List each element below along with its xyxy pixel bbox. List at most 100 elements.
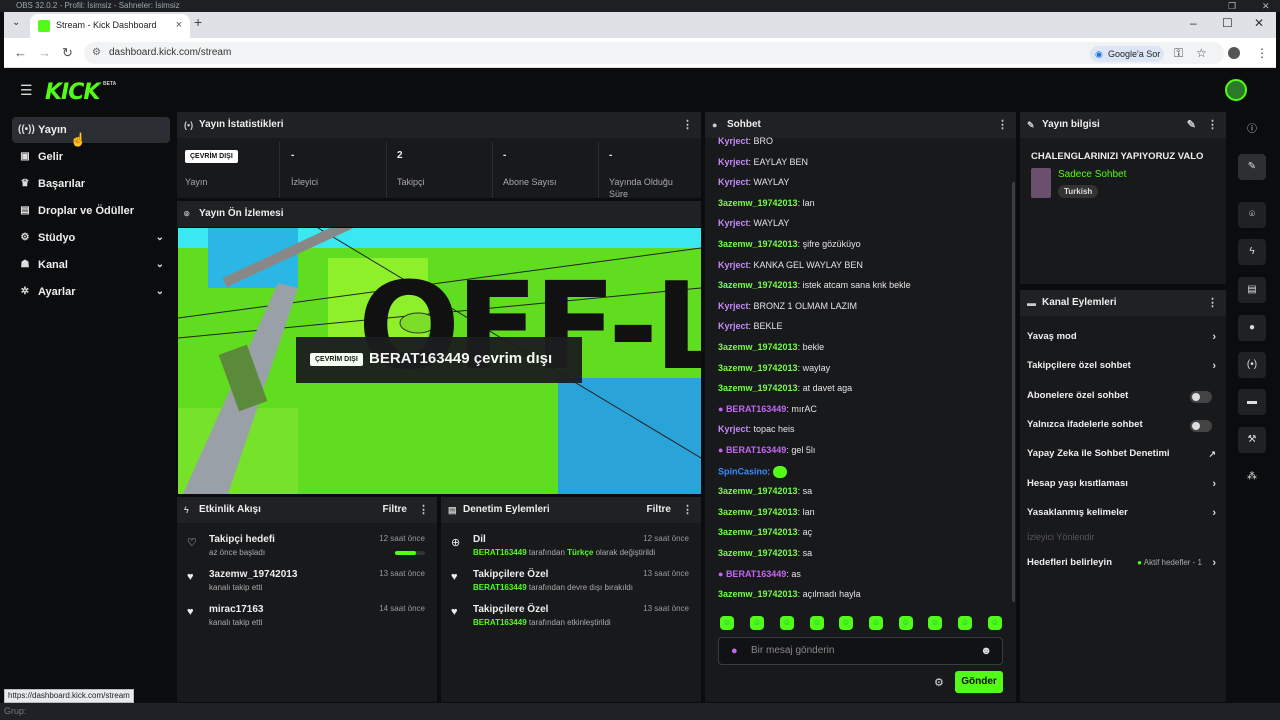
subscribers-only-toggle[interactable] xyxy=(1190,391,1212,403)
chat-username[interactable]: 3azemw_19742013 xyxy=(718,363,798,373)
chat-username[interactable]: 3azemw_19742013 xyxy=(718,383,798,393)
info-icon[interactable]: ⓘ xyxy=(1238,117,1266,143)
url-input[interactable]: ⚙ dashboard.kick.com/stream xyxy=(84,42,1224,64)
emote-icon[interactable]: ☺ xyxy=(988,616,1002,630)
sidebar-item-studyo[interactable]: ⚙ Stüdyo ⌄ xyxy=(12,225,170,251)
emote-icon[interactable]: ☺ xyxy=(720,616,734,630)
maximize-icon[interactable]: ☐ xyxy=(1222,16,1233,30)
action-slow-mode[interactable]: Yavaş mod › xyxy=(1027,327,1218,347)
chat-username[interactable]: 3azemw_19742013 xyxy=(718,198,798,208)
profile-avatar[interactable] xyxy=(1228,47,1240,59)
forward-icon[interactable]: → xyxy=(38,45,51,60)
close-tab-icon[interactable]: × xyxy=(176,14,182,36)
emotes-only-toggle[interactable] xyxy=(1190,420,1212,432)
sidebar-item-yayin[interactable]: ((•)) Yayın xyxy=(12,117,170,143)
chat-username[interactable]: BERAT163449 xyxy=(726,445,786,455)
back-icon[interactable]: ← xyxy=(14,45,27,60)
channel-icon[interactable]: ▬ xyxy=(1238,389,1266,415)
chat-username[interactable]: Kyrject xyxy=(718,157,749,167)
sidebar-item-droplar[interactable]: ▤ Droplar ve Ödüller xyxy=(12,198,170,224)
emote-icon[interactable]: ☺ xyxy=(839,616,853,630)
chat-username[interactable]: Kyrject xyxy=(718,424,749,434)
emote-icon[interactable]: ☺ xyxy=(810,616,824,630)
preview-panel-header: ⌾ Yayın Ön İzlemesi xyxy=(177,201,701,227)
chat-message: ● BERAT163449: gel 5lı xyxy=(718,445,815,455)
wrench-icon[interactable]: ⚒ xyxy=(1238,427,1266,453)
chat-username[interactable]: Kyrject xyxy=(718,301,749,311)
site-info-icon[interactable]: ⚙ xyxy=(92,42,101,64)
more-options-icon[interactable]: ⋮ xyxy=(682,497,693,523)
chat-username[interactable]: SpinCasino xyxy=(718,466,768,476)
more-options-icon[interactable]: ⋮ xyxy=(682,112,693,138)
filter-button[interactable]: Filtre xyxy=(383,497,407,523)
close-icon[interactable]: ✕ xyxy=(1262,0,1270,12)
send-button[interactable]: Gönder xyxy=(955,671,1003,693)
chat-username[interactable]: Kyrject xyxy=(718,260,749,270)
more-options-icon[interactable]: ⋮ xyxy=(1207,112,1218,138)
browser-menu-icon[interactable]: ⋮ xyxy=(1256,46,1268,60)
action-banned-words[interactable]: Yasaklanmış kelimeler › xyxy=(1027,503,1218,523)
kick-logo[interactable]: KICK xyxy=(45,80,100,105)
filter-button[interactable]: Filtre xyxy=(647,497,671,523)
chat-username[interactable]: 3azemw_19742013 xyxy=(718,280,798,290)
edit-pencil-icon[interactable]: ✎ xyxy=(1238,154,1266,180)
emoji-picker-icon[interactable]: ☻ xyxy=(980,638,992,664)
chat-username[interactable]: BERAT163449 xyxy=(726,569,786,579)
emote-icon[interactable]: ☺ xyxy=(869,616,883,630)
broadcast-icon[interactable]: (•) xyxy=(1238,352,1266,378)
heart-icon: ♥ xyxy=(187,571,194,583)
tab-kick-dashboard[interactable]: Stream - Kick Dashboard × xyxy=(30,14,190,38)
password-key-icon[interactable]: ⚿ xyxy=(1174,46,1183,61)
bookmark-star-icon[interactable]: ☆ xyxy=(1196,46,1207,60)
emote-icon[interactable]: ☺ xyxy=(958,616,972,630)
tab-search-icon[interactable]: ⌄ xyxy=(12,17,20,28)
chat-message-input[interactable]: ● Bir mesaj gönderin ☻ xyxy=(718,637,1003,665)
chat-username[interactable]: Kyrject xyxy=(718,321,749,331)
sidebar-item-gelir[interactable]: ▣ Gelir xyxy=(12,144,170,170)
action-followers-only[interactable]: Takipçilere özel sohbet › xyxy=(1027,356,1218,376)
chat-username[interactable]: 3azemw_19742013 xyxy=(718,507,798,517)
more-options-icon[interactable]: ⋮ xyxy=(1207,290,1218,316)
sidebar-item-kanal[interactable]: ☗ Kanal ⌄ xyxy=(12,252,170,278)
action-account-age[interactable]: Hesap yaşı kısıtlaması › xyxy=(1027,474,1218,494)
emote-icon[interactable]: ☺ xyxy=(750,616,764,630)
sidebar-item-ayarlar[interactable]: ✲ Ayarlar ⌄ xyxy=(12,279,170,305)
chat-username[interactable]: Kyrject xyxy=(718,218,749,228)
category-link[interactable]: Sadece Sohbet xyxy=(1058,169,1126,180)
sidebar-item-basarilar[interactable]: ♛ Başarılar xyxy=(12,171,170,197)
reload-icon[interactable]: ↻ xyxy=(62,45,73,61)
window-close-icon[interactable]: ✕ xyxy=(1254,16,1264,30)
emote-icon[interactable]: ☺ xyxy=(928,616,942,630)
chat-username[interactable]: 3azemw_19742013 xyxy=(718,589,798,599)
chat-username[interactable]: 3azemw_19742013 xyxy=(718,486,798,496)
chat-text: istek atcam sana knk bekle xyxy=(802,280,911,291)
apps-icon[interactable]: ⁂ xyxy=(1238,464,1266,490)
emote-icon[interactable]: ☺ xyxy=(780,616,794,630)
user-avatar[interactable] xyxy=(1225,79,1247,101)
chat-username[interactable]: 3azemw_19742013 xyxy=(718,548,798,558)
chat-username[interactable]: 3azemw_19742013 xyxy=(718,527,798,537)
lightning-icon[interactable]: ϟ xyxy=(1238,239,1266,265)
more-options-icon[interactable]: ⋮ xyxy=(997,112,1008,138)
action-set-goals[interactable]: Hedefleri belirleyin ● Aktif hedefler - … xyxy=(1027,553,1218,573)
chat-bubble-icon[interactable]: ● xyxy=(1238,315,1266,341)
chat-username[interactable]: BERAT163449 xyxy=(726,404,786,414)
chat-username[interactable]: Kyrject xyxy=(718,136,749,146)
stream-stats-panel: (•) Yayın İstatistikleri ⋮ ÇEVRİM DIŞI Y… xyxy=(177,112,701,199)
more-options-icon[interactable]: ⋮ xyxy=(418,497,429,523)
google-ask-button[interactable]: ◉ Google'a Sor xyxy=(1090,46,1164,62)
document-icon[interactable]: ▤ xyxy=(1238,277,1266,303)
minimize-icon[interactable]: – xyxy=(1190,16,1197,30)
new-tab-icon[interactable]: + xyxy=(194,14,202,30)
action-ai-moderation[interactable]: Yapay Zeka ile Sohbet Denetimi ↗ xyxy=(1027,444,1218,464)
edit-pencil-icon[interactable]: ✎ xyxy=(1187,112,1196,138)
preview-icon[interactable]: ⌾ xyxy=(1238,202,1266,228)
restore-icon[interactable]: ❐ xyxy=(1228,0,1236,12)
chat-username[interactable]: Kyrject xyxy=(718,177,749,187)
emote-icon[interactable]: ☺ xyxy=(899,616,913,630)
chat-username[interactable]: 3azemw_19742013 xyxy=(718,239,798,249)
chat-settings-icon[interactable]: ⚙ xyxy=(934,676,944,689)
hamburger-menu-icon[interactable]: ☰ xyxy=(20,82,33,99)
chat-username[interactable]: 3azemw_19742013 xyxy=(718,342,798,352)
chat-scrollbar[interactable] xyxy=(1012,182,1015,602)
